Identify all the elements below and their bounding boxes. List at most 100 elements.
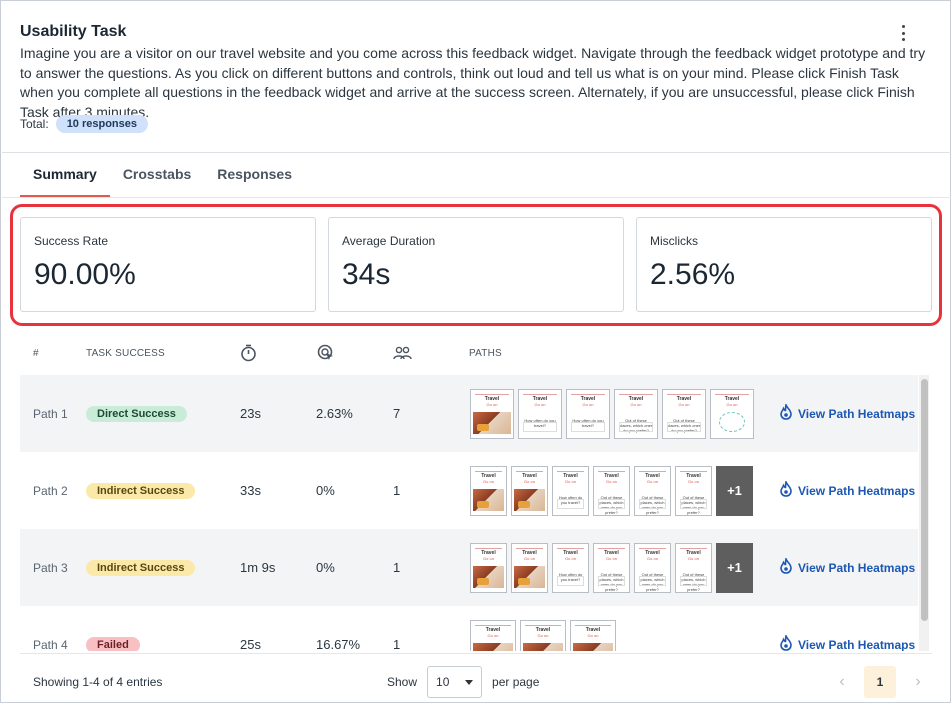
thumb-subtitle: Go on xyxy=(678,402,690,407)
thumb-header-line xyxy=(516,471,543,472)
more-options-icon[interactable] xyxy=(899,25,907,41)
metric-misclicks: Misclicks 2.56% xyxy=(636,217,932,312)
table-row: Path 3 Indirect Success 1m 9s 0% 1 Travel Go o… xyxy=(20,529,918,606)
thumb-header-line xyxy=(475,471,502,472)
path-thumbnail[interactable]: Travel Go on How often do you travel? xyxy=(552,466,589,516)
users-icon xyxy=(393,339,412,367)
page-size-select[interactable]: 10 xyxy=(427,666,483,698)
path-thumbnail[interactable]: Travel Go on Out of these places, which on… xyxy=(614,389,658,439)
thumb-header-line xyxy=(523,394,557,395)
heatmap-link-label: View Path Heatmaps xyxy=(798,483,916,498)
thumb-subtitle: Go on xyxy=(688,556,699,561)
users-count-cell: 1 xyxy=(393,637,401,651)
tab-bar: Summary Crosstabs Responses xyxy=(20,153,305,197)
chevron-right-icon[interactable]: › xyxy=(908,672,928,692)
paths-table-body: Path 1 Direct Success 23s 2.63% 7 Travel Go on… xyxy=(20,375,918,651)
header-index: # xyxy=(33,347,39,359)
table-header: # TASK SUCCESS PATHS xyxy=(20,339,918,367)
path-thumbnail[interactable]: Travel Go on xyxy=(511,543,548,593)
path-thumbnail[interactable]: Travel Go on xyxy=(520,620,566,651)
tab-responses[interactable]: Responses xyxy=(204,153,305,197)
thumb-answer-box xyxy=(619,422,653,432)
heatmap-icon xyxy=(779,556,798,577)
metric-value: 34s xyxy=(342,258,391,291)
thumb-subtitle: Go on xyxy=(606,556,617,561)
path-thumbnail[interactable]: Travel Go on Out of these places, which on… xyxy=(634,466,671,516)
thumb-answer-box xyxy=(680,576,707,586)
header-task-success: TASK SUCCESS xyxy=(86,347,165,359)
path-thumbnail[interactable]: Travel Go on How often do you travel? xyxy=(566,389,610,439)
path-thumbnail[interactable]: Travel Go on How often do you travel? xyxy=(518,389,562,439)
header-paths: PATHS xyxy=(469,347,502,359)
per-page-label: per page xyxy=(492,675,540,689)
path-thumbnail[interactable]: Travel Go on xyxy=(470,543,507,593)
metric-value: 90.00% xyxy=(34,258,136,291)
heatmap-link-label: View Path Heatmaps xyxy=(798,406,916,421)
thumb-header-line xyxy=(525,625,561,626)
view-path-heatmaps-link[interactable]: View Path Heatmaps xyxy=(779,375,915,452)
metric-average-duration: Average Duration 34s xyxy=(328,217,624,312)
thumb-header-line xyxy=(680,548,707,549)
path-thumbnail[interactable]: Travel Go on How often do you travel? xyxy=(552,543,589,593)
path-name: Path 1 xyxy=(33,406,68,421)
task-success-cell: Indirect Success xyxy=(86,452,196,529)
tab-summary[interactable]: Summary xyxy=(20,153,110,197)
path-thumbnail[interactable]: Travel Go on Out of these places, which on… xyxy=(593,466,630,516)
status-badge: Indirect Success xyxy=(86,482,196,499)
thumb-header-line xyxy=(516,548,543,549)
thumb-photo xyxy=(573,643,613,651)
task-success-cell: Failed xyxy=(86,606,140,651)
thumb-answer-box xyxy=(598,499,625,509)
table-scrollbar-thumb[interactable] xyxy=(921,379,928,621)
path-thumbnail-more[interactable]: +1 xyxy=(716,543,753,593)
view-path-heatmaps-link[interactable]: View Path Heatmaps xyxy=(779,452,915,529)
path-thumbnails: Travel Go on Travel Go on Travel Go on xyxy=(470,620,620,651)
thumb-subtitle: Go on xyxy=(726,402,738,407)
duration-cell: 23s xyxy=(240,406,261,421)
path-thumbnail[interactable]: Travel Go on Out of these places, which on… xyxy=(593,543,630,593)
status-badge: Failed xyxy=(86,636,140,651)
duration-cell: 33s xyxy=(240,483,261,498)
thumb-header-line xyxy=(598,548,625,549)
path-thumbnail[interactable]: Travel Go on Out of these places, which on… xyxy=(675,543,712,593)
heatmap-link-label: View Path Heatmaps xyxy=(798,637,916,652)
path-thumbnail[interactable]: Travel Go on Out of these places, which on… xyxy=(662,389,706,439)
status-badge: Indirect Success xyxy=(86,559,196,576)
metric-label: Average Duration xyxy=(342,234,436,248)
heatmap-link-label: View Path Heatmaps xyxy=(798,560,916,575)
view-path-heatmaps-link[interactable]: View Path Heatmaps xyxy=(779,529,915,606)
duration-cell: 1m 9s xyxy=(240,560,276,575)
thumb-subtitle: Go on xyxy=(647,556,658,561)
path-name: Path 4 xyxy=(33,637,68,652)
tab-crosstabs[interactable]: Crosstabs xyxy=(110,153,204,197)
thumb-subtitle: Go on xyxy=(534,402,546,407)
duration-cell: 25s xyxy=(240,637,261,651)
table-row: Path 1 Direct Success 23s 2.63% 7 Travel Go on… xyxy=(20,375,918,452)
usability-task-panel: Usability Task Imagine you are a visitor… xyxy=(0,0,951,703)
task-success-cell: Indirect Success xyxy=(86,529,196,606)
thumb-subtitle: Go on xyxy=(606,479,617,484)
task-title: Usability Task xyxy=(20,23,127,40)
path-thumbnail[interactable]: Travel Go on xyxy=(470,620,516,651)
view-path-heatmaps-link[interactable]: View Path Heatmaps xyxy=(779,606,915,651)
path-thumbnails: Travel Go on Travel Go on Travel Go on How oft… xyxy=(470,466,757,516)
stopwatch-icon xyxy=(240,339,257,367)
path-thumbnail-more[interactable]: +1 xyxy=(716,466,753,516)
chevron-left-icon[interactable]: ‹ xyxy=(832,672,852,692)
page-button-current[interactable]: 1 xyxy=(864,666,896,698)
path-thumbnail[interactable]: Travel Go on xyxy=(470,466,507,516)
metric-success-rate: Success Rate 90.00% xyxy=(20,217,316,312)
thumb-answer-box xyxy=(523,422,557,432)
metric-label: Success Rate xyxy=(34,234,109,248)
page-size-control: Show 10 per page xyxy=(387,662,539,702)
misclick-cursor-icon xyxy=(317,339,335,367)
path-thumbnail[interactable]: Travel Go on xyxy=(511,466,548,516)
thumb-car xyxy=(477,501,489,508)
path-thumbnail[interactable]: Travel Go on xyxy=(570,620,616,651)
thumb-header-line xyxy=(571,394,605,395)
path-thumbnail[interactable]: Travel Go on Out of these places, which on… xyxy=(634,543,671,593)
thumb-subtitle: Go on xyxy=(524,556,535,561)
path-thumbnail[interactable]: Travel Go on Out of these places, which on… xyxy=(675,466,712,516)
path-thumbnail[interactable]: Travel Go on xyxy=(470,389,514,439)
path-thumbnail[interactable]: Travel Go on xyxy=(710,389,754,439)
